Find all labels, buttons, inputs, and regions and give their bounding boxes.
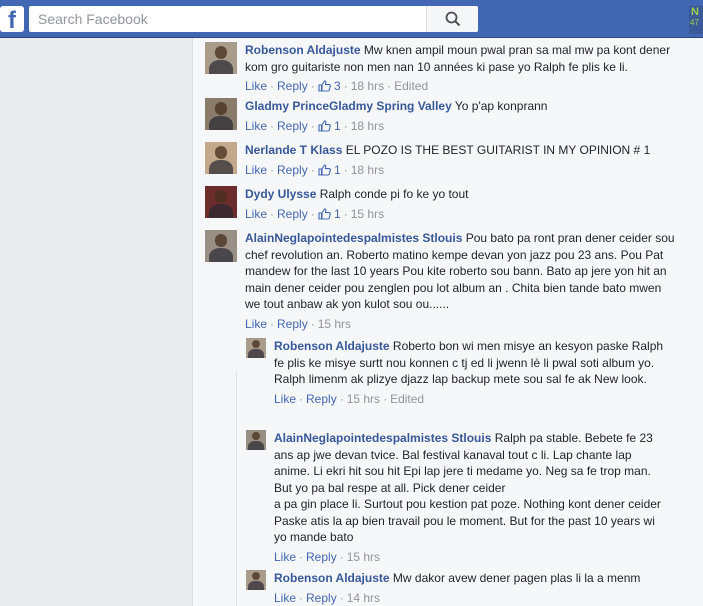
timestamp[interactable]: 18 hrs — [351, 119, 384, 133]
reply: AlainNeglapointedespalmistes Stlouis Ral… — [246, 430, 696, 565]
comment-actions: Like · Reply · 1 · 18 hrs — [245, 162, 385, 177]
avatar[interactable] — [246, 430, 266, 450]
comment-content: Robenson Aldajuste Mw knen ampil moun pw… — [245, 42, 695, 75]
thumbs-up-icon[interactable] — [318, 119, 331, 132]
comment-text: Ralph conde pi fo ke yo tout — [319, 187, 469, 201]
timestamp[interactable]: 18 hrs — [351, 79, 384, 93]
reply-button[interactable]: Reply — [277, 79, 308, 93]
like-button[interactable]: Like — [245, 119, 267, 133]
avatar[interactable] — [246, 338, 266, 358]
comment: Robenson Aldajuste Mw knen ampil moun pw… — [205, 42, 695, 94]
like-button[interactable]: Like — [245, 207, 267, 221]
comment-actions: Like · Reply · 3 · 18 hrs · Edited — [245, 79, 429, 93]
reply: Robenson Aldajuste Roberto bon wi men mi… — [246, 338, 696, 407]
avatar[interactable] — [205, 230, 237, 262]
comment-text: Yo p'ap konprann — [454, 99, 548, 113]
timestamp[interactable]: 15 hrs — [347, 550, 380, 564]
reply-button[interactable]: Reply — [277, 119, 308, 133]
comments-panel: Robenson Aldajuste Mw knen ampil moun pw… — [192, 38, 703, 606]
comment-content: Nerlande T Klass EL POZO IS THE BEST GUI… — [245, 142, 695, 159]
like-count[interactable]: 1 — [334, 207, 341, 221]
like-button[interactable]: Like — [245, 163, 267, 177]
reply-actions: Like · Reply · 14 hrs — [274, 590, 381, 605]
comment-author[interactable]: Robenson Aldajuste — [245, 43, 361, 57]
like-button[interactable]: Like — [245, 317, 267, 331]
comment-content: AlainNeglapointedespalmistes Stlouis Pou… — [245, 230, 675, 313]
badge-letter: N — [691, 6, 699, 18]
thumbs-up-icon[interactable] — [318, 207, 331, 220]
search-bar — [29, 6, 478, 32]
reply-actions: Like · Reply · 15 hrs — [274, 549, 381, 564]
timestamp[interactable]: 14 hrs — [347, 591, 380, 605]
comment: AlainNeglapointedespalmistes Stlouis Pou… — [205, 230, 695, 332]
reply-content: Robenson Aldajuste Mw dakor avew dener p… — [274, 570, 664, 587]
comment-actions: Like · Reply · 1 · 15 hrs — [245, 206, 385, 221]
search-button[interactable] — [426, 6, 478, 32]
edited-label[interactable]: Edited — [390, 392, 424, 406]
avatar[interactable] — [205, 98, 237, 130]
comment-author[interactable]: Dydy Ulysse — [245, 187, 316, 201]
like-button[interactable]: Like — [274, 550, 296, 564]
like-count[interactable]: 1 — [334, 119, 341, 133]
reply-text: Ralph pa stable. Bebete fe 23 ans ap jwe… — [274, 431, 661, 544]
comment-author[interactable]: Gladmy PrinceGladmy Spring Valley — [245, 99, 452, 113]
reply-button[interactable]: Reply — [306, 550, 337, 564]
reply: Robenson Aldajuste Mw dakor avew dener p… — [246, 570, 696, 606]
like-count[interactable]: 3 — [334, 79, 341, 93]
reply-button[interactable]: Reply — [306, 591, 337, 605]
reply-button[interactable]: Reply — [306, 392, 337, 406]
comment-text: EL POZO IS THE BEST GUITARIST IN MY OPIN… — [345, 143, 651, 157]
facebook-logo-icon[interactable]: f — [0, 6, 24, 32]
comment-actions: Like · Reply · 15 hrs — [245, 316, 352, 331]
reply-author[interactable]: AlainNeglapointedespalmistes Stlouis — [274, 431, 491, 445]
comment: Dydy Ulysse Ralph conde pi fo ke yo tout… — [205, 186, 695, 222]
badge-number: 47 — [690, 18, 699, 27]
timestamp[interactable]: 15 hrs — [351, 207, 384, 221]
timestamp[interactable]: 18 hrs — [351, 163, 384, 177]
comment-actions: Like · Reply · 1 · 18 hrs — [245, 118, 385, 133]
comment-author[interactable]: AlainNeglapointedespalmistes Stlouis — [245, 231, 462, 245]
reply-content: AlainNeglapointedespalmistes Stlouis Ral… — [274, 430, 664, 546]
avatar[interactable] — [205, 142, 237, 174]
comment-content: Dydy Ulysse Ralph conde pi fo ke yo tout — [245, 186, 695, 203]
search-input[interactable] — [29, 7, 426, 31]
comment: Gladmy PrinceGladmy Spring Valley Yo p'a… — [205, 98, 695, 134]
comment-content: Gladmy PrinceGladmy Spring Valley Yo p'a… — [245, 98, 695, 115]
reply-button[interactable]: Reply — [277, 163, 308, 177]
reply-actions: Like · Reply · 15 hrs · Edited — [274, 391, 425, 406]
avatar[interactable] — [246, 570, 266, 590]
comment-author[interactable]: Nerlande T Klass — [245, 143, 342, 157]
timestamp[interactable]: 15 hrs — [318, 317, 351, 331]
like-button[interactable]: Like — [245, 79, 267, 93]
like-button[interactable]: Like — [274, 591, 296, 605]
avatar[interactable] — [205, 186, 237, 218]
edited-label[interactable]: Edited — [394, 79, 428, 93]
reply-author[interactable]: Robenson Aldajuste — [274, 571, 390, 585]
thumbs-up-icon[interactable] — [318, 163, 331, 176]
reply-text: Mw dakor avew dener pagen plas li la a m… — [392, 571, 641, 585]
corner-badge: N 47 — [689, 6, 703, 34]
reply-button[interactable]: Reply — [277, 317, 308, 331]
like-count[interactable]: 1 — [334, 163, 341, 177]
reply-author[interactable]: Robenson Aldajuste — [274, 339, 390, 353]
thumbs-up-icon[interactable] — [318, 80, 331, 92]
comment: Nerlande T Klass EL POZO IS THE BEST GUI… — [205, 142, 695, 178]
reply-button[interactable]: Reply — [277, 207, 308, 221]
replies-thread-line — [236, 371, 237, 606]
search-icon — [445, 11, 460, 27]
reply-content: Robenson Aldajuste Roberto bon wi men mi… — [274, 338, 664, 388]
like-button[interactable]: Like — [274, 392, 296, 406]
timestamp[interactable]: 15 hrs — [347, 392, 380, 406]
top-navigation-bar: f N 47 — [0, 0, 703, 38]
avatar[interactable] — [205, 42, 237, 74]
